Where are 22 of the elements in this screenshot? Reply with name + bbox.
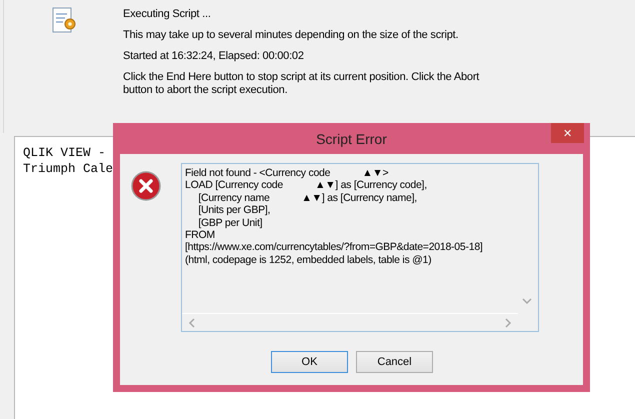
scroll-left-icon[interactable] [188,318,196,328]
log-line: Triumph Cale [23,161,114,177]
log-line: QLIK VIEW - [23,145,106,161]
message-line: [https://www.xe.com/currencytables/?from=GBP&date=2018-05-18] [185,241,484,254]
scroll-right-icon[interactable] [504,318,512,328]
scroll-down-icon[interactable] [522,297,532,305]
message-line: FROM [185,229,216,242]
note-text: This may take up to several minutes depending on the size of the script. [123,29,460,42]
message-line: (html, codepage is 1252, embedded labels, table is @1) [185,254,432,266]
message-line: Field not found - <Currency code ▲▼> [185,167,390,180]
instructions-text: Click the End Here button to stop script at its current position. Click the Abort button to abort the script execution. [123,71,480,97]
message-line: [Currency name ▲▼] as [Currency name], [197,192,418,204]
ok-button[interactable]: OK [271,351,348,373]
dialog-title: Script Error [316,130,387,146]
error-icon [131,171,161,201]
message-line: [GBP per Unit] [197,216,264,230]
close-button[interactable]: ✕ [551,123,584,143]
timing-text: Started at 16:32:24, Elapsed: 00:00:02 [123,50,305,63]
status-text: Executing Script ... [123,8,212,21]
message-line: [Units per GBP], [197,204,272,217]
message-line: LOAD [Currency code ▲▼] as [Currency code], [185,179,428,192]
cancel-button[interactable]: Cancel [356,351,433,373]
